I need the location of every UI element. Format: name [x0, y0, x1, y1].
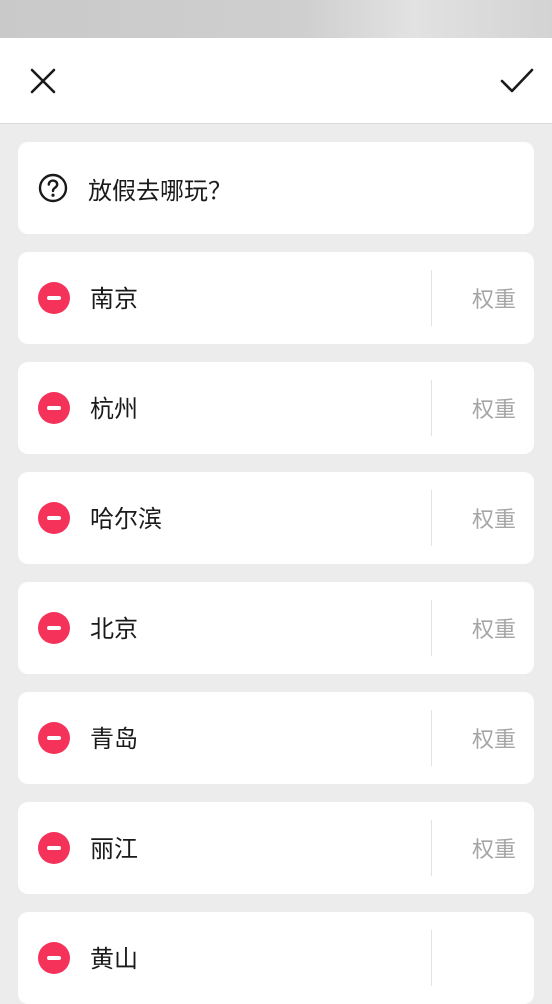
- weight-input[interactable]: [442, 500, 516, 540]
- weight-input[interactable]: [442, 720, 516, 760]
- option-card: [18, 802, 534, 894]
- option-name-input[interactable]: [90, 934, 410, 978]
- weight-divider: [431, 710, 432, 766]
- option-card: [18, 362, 534, 454]
- remove-option-button[interactable]: [38, 502, 70, 534]
- weight-input[interactable]: [442, 280, 516, 320]
- weight-input[interactable]: [442, 390, 516, 430]
- option-card: [18, 472, 534, 564]
- remove-option-button[interactable]: [38, 722, 70, 754]
- weight-divider: [431, 930, 432, 986]
- remove-option-button[interactable]: [38, 392, 70, 424]
- remove-option-button[interactable]: [38, 942, 70, 974]
- option-name-input[interactable]: [90, 384, 410, 428]
- option-card: [18, 912, 534, 1004]
- option-name-input[interactable]: [90, 494, 410, 538]
- weight-divider: [431, 820, 432, 876]
- weight-divider: [431, 490, 432, 546]
- option-name-input[interactable]: [90, 824, 410, 868]
- weight-input[interactable]: [442, 940, 516, 980]
- option-card: [18, 582, 534, 674]
- weight-input[interactable]: [442, 610, 516, 650]
- option-card: [18, 252, 534, 344]
- option-card: [18, 692, 534, 784]
- weight-divider: [431, 380, 432, 436]
- option-name-input[interactable]: [90, 274, 410, 318]
- option-list: [0, 0, 552, 1004]
- option-name-input[interactable]: [90, 604, 410, 648]
- remove-option-button[interactable]: [38, 282, 70, 314]
- option-name-input[interactable]: [90, 714, 410, 758]
- weight-divider: [431, 270, 432, 326]
- weight-input[interactable]: [442, 830, 516, 870]
- weight-divider: [431, 600, 432, 656]
- remove-option-button[interactable]: [38, 832, 70, 864]
- remove-option-button[interactable]: [38, 612, 70, 644]
